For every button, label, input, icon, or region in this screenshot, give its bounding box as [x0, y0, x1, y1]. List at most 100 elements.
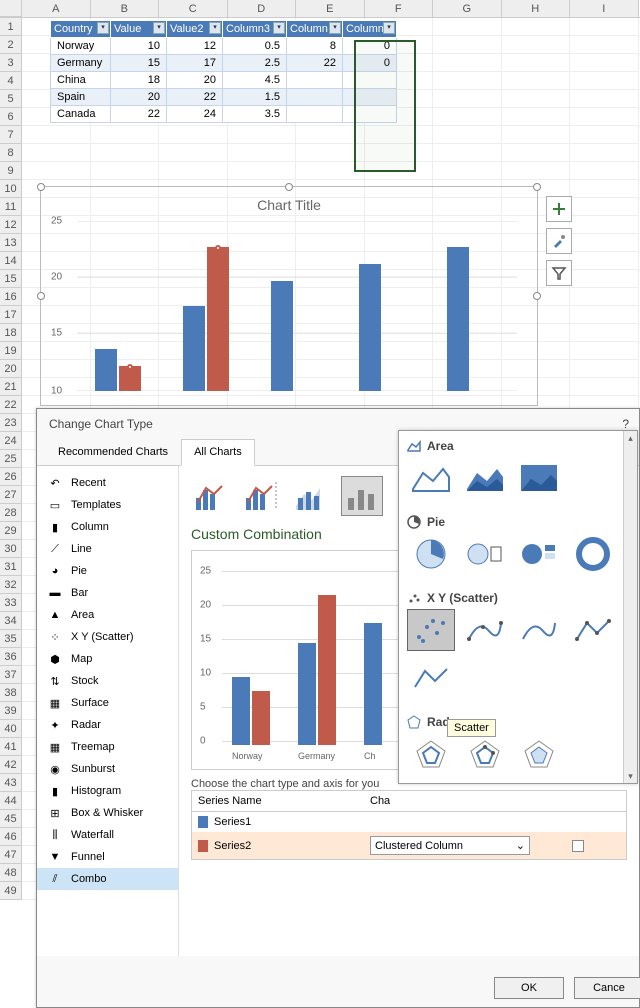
- filter-icon[interactable]: ▾: [383, 22, 395, 34]
- chart-styles-button[interactable]: [546, 228, 572, 254]
- cell[interactable]: 24: [167, 106, 223, 123]
- col-B[interactable]: B: [91, 0, 160, 17]
- category-map[interactable]: ⬢Map: [37, 648, 178, 670]
- row-11[interactable]: 11: [0, 198, 22, 216]
- row-16[interactable]: 16: [0, 288, 22, 306]
- col-I[interactable]: I: [570, 0, 639, 17]
- cell[interactable]: Norway: [51, 38, 111, 55]
- row-3[interactable]: 3: [0, 54, 22, 72]
- category-histogram[interactable]: ▮Histogram: [37, 780, 178, 802]
- radar-type-1[interactable]: [407, 733, 455, 775]
- filter-icon[interactable]: ▾: [97, 22, 109, 34]
- bar-series1[interactable]: [95, 349, 117, 392]
- cell[interactable]: 22: [167, 89, 223, 106]
- radar-type-3[interactable]: [515, 733, 563, 775]
- scatter-type-2[interactable]: [461, 609, 509, 651]
- cell[interactable]: 12: [167, 38, 223, 55]
- ok-button[interactable]: OK: [494, 977, 564, 999]
- radar-type-2[interactable]: [461, 733, 509, 775]
- pie-type-4[interactable]: [569, 533, 617, 575]
- row-6[interactable]: 6: [0, 108, 22, 126]
- row-1[interactable]: 1: [0, 18, 22, 36]
- row-42[interactable]: 42: [0, 756, 22, 774]
- cell[interactable]: Germany: [51, 55, 111, 72]
- row-20[interactable]: 20: [0, 360, 22, 378]
- row-39[interactable]: 39: [0, 702, 22, 720]
- filter-icon[interactable]: ▾: [209, 22, 221, 34]
- row-12[interactable]: 12: [0, 216, 22, 234]
- row-47[interactable]: 47: [0, 846, 22, 864]
- area-type-1[interactable]: [407, 457, 455, 499]
- row-23[interactable]: 23: [0, 414, 22, 432]
- row-13[interactable]: 13: [0, 234, 22, 252]
- row-34[interactable]: 34: [0, 612, 22, 630]
- category-line[interactable]: ⟋Line: [37, 538, 178, 560]
- tab-recommended[interactable]: Recommended Charts: [45, 439, 181, 465]
- category-area[interactable]: ▲Area: [37, 604, 178, 626]
- row-31[interactable]: 31: [0, 558, 22, 576]
- row-24[interactable]: 24: [0, 432, 22, 450]
- category-recent[interactable]: ↶Recent: [37, 472, 178, 494]
- col-F[interactable]: F: [365, 0, 434, 17]
- row-19[interactable]: 19: [0, 342, 22, 360]
- row-15[interactable]: 15: [0, 270, 22, 288]
- bar-series1[interactable]: [183, 306, 205, 391]
- category-box-whisker[interactable]: ⊞Box & Whisker: [37, 802, 178, 824]
- category-pie[interactable]: ◕Pie: [37, 560, 178, 582]
- row-2[interactable]: 2: [0, 36, 22, 54]
- scatter-type-3[interactable]: [515, 609, 563, 651]
- combo-subtype-custom[interactable]: [341, 476, 383, 516]
- cell[interactable]: 4.5: [223, 72, 287, 89]
- flyout-scrollbar[interactable]: ▴▾: [623, 431, 637, 783]
- bar-series1[interactable]: [447, 247, 469, 392]
- category-combo[interactable]: ⫽Combo: [37, 868, 178, 890]
- row-8[interactable]: 8: [0, 144, 22, 162]
- cell[interactable]: 0.5: [223, 38, 287, 55]
- bar-series1[interactable]: [271, 281, 293, 392]
- area-type-3[interactable]: [515, 457, 563, 499]
- cell[interactable]: 20: [111, 89, 167, 106]
- cell[interactable]: 22: [111, 106, 167, 123]
- combo-subtype-3[interactable]: [291, 476, 333, 516]
- pie-type-3[interactable]: [515, 533, 563, 575]
- cell[interactable]: 18: [111, 72, 167, 89]
- cell[interactable]: 3.5: [223, 106, 287, 123]
- row-9[interactable]: 9: [0, 162, 22, 180]
- scatter-type-4[interactable]: [569, 609, 617, 651]
- col-E[interactable]: E: [296, 0, 365, 17]
- series-row[interactable]: Series1: [192, 812, 626, 832]
- secondary-axis-checkbox[interactable]: [572, 840, 584, 852]
- cell[interactable]: 2.5: [223, 55, 287, 72]
- filter-icon[interactable]: ▾: [329, 22, 341, 34]
- data-table[interactable]: Country▾ Value▾ Value2▾ Column3▾ Column▾…: [50, 20, 397, 123]
- row-4[interactable]: 4: [0, 72, 22, 90]
- row-21[interactable]: 21: [0, 378, 22, 396]
- area-type-2[interactable]: [461, 457, 509, 499]
- category-treemap[interactable]: ▦Treemap: [37, 736, 178, 758]
- row-36[interactable]: 36: [0, 648, 22, 666]
- row-22[interactable]: 22: [0, 396, 22, 414]
- row-38[interactable]: 38: [0, 684, 22, 702]
- cell[interactable]: 22: [287, 55, 343, 72]
- col-H[interactable]: H: [502, 0, 571, 17]
- tab-all-charts[interactable]: All Charts: [181, 439, 255, 466]
- scatter-type-5[interactable]: [407, 657, 455, 699]
- select-all[interactable]: [0, 0, 22, 17]
- row-35[interactable]: 35: [0, 630, 22, 648]
- cell[interactable]: Spain: [51, 89, 111, 106]
- scatter-type-1[interactable]: [407, 609, 455, 651]
- category-templates[interactable]: ▭Templates: [37, 494, 178, 516]
- cell[interactable]: China: [51, 72, 111, 89]
- cell[interactable]: [287, 72, 343, 89]
- bar-series1[interactable]: [359, 264, 381, 392]
- row-14[interactable]: 14: [0, 252, 22, 270]
- category-x-y-scatter-[interactable]: ⁘X Y (Scatter): [37, 626, 178, 648]
- col-G[interactable]: G: [433, 0, 502, 17]
- category-sunburst[interactable]: ◉Sunburst: [37, 758, 178, 780]
- row-28[interactable]: 28: [0, 504, 22, 522]
- row-10[interactable]: 10: [0, 180, 22, 198]
- row-46[interactable]: 46: [0, 828, 22, 846]
- row-7[interactable]: 7: [0, 126, 22, 144]
- cell[interactable]: 17: [167, 55, 223, 72]
- chart-elements-button[interactable]: [546, 196, 572, 222]
